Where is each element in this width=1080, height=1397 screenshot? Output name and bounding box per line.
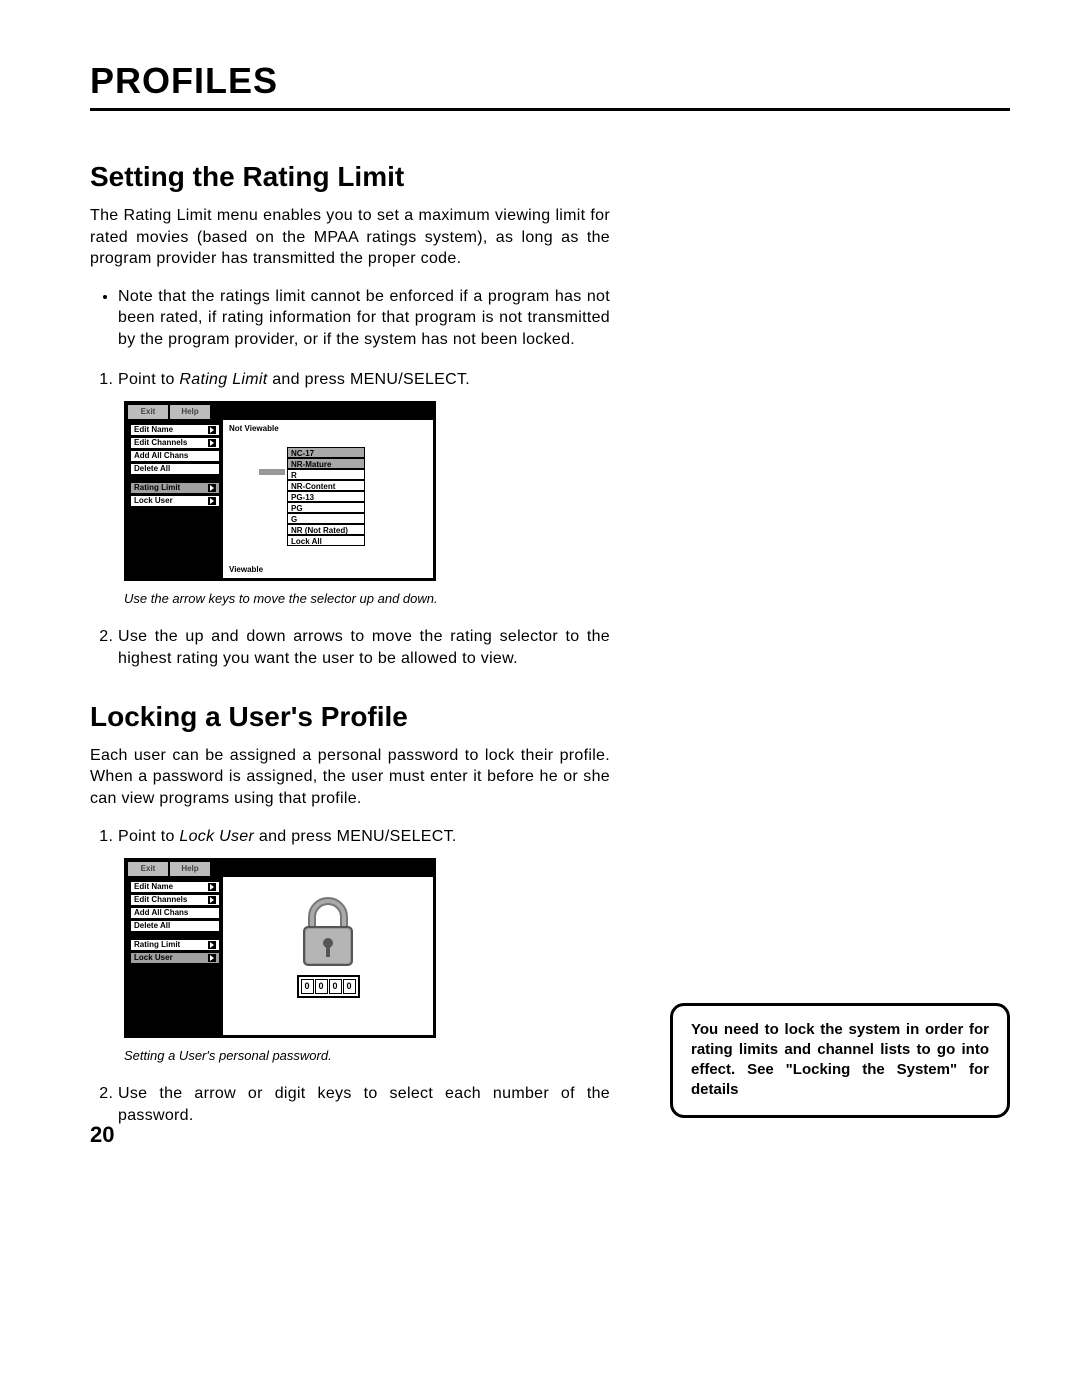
digit-2[interactable]: 0	[315, 979, 328, 994]
section-heading-lock: Locking a User's Profile	[90, 701, 610, 733]
lock-icon	[296, 897, 360, 967]
lock-caption: Setting a User's personal password.	[124, 1048, 610, 1063]
digit-4[interactable]: 0	[343, 979, 356, 994]
menu-delete-all[interactable]: Delete All	[130, 463, 220, 475]
rating-nr[interactable]: NR (Not Rated)	[287, 524, 365, 535]
help-button[interactable]: Help	[169, 404, 211, 420]
lock-intro: Each user can be assigned a personal pas…	[90, 745, 610, 810]
chevron-right-icon	[208, 497, 216, 505]
chevron-right-icon	[208, 896, 216, 904]
menu-lock-user[interactable]: Lock User	[130, 952, 220, 964]
digit-1[interactable]: 0	[301, 979, 314, 994]
sidebar-menu: Edit Name Edit Channels Add All Chans De…	[127, 877, 223, 1035]
menu-add-all[interactable]: Add All Chans	[130, 450, 220, 462]
page-title: PROFILES	[90, 60, 1010, 102]
menu-edit-name[interactable]: Edit Name	[130, 881, 220, 893]
rating-nr-mature[interactable]: NR-Mature	[287, 458, 365, 469]
rating-step-1: Point to Rating Limit and press MENU/SEL…	[118, 369, 610, 391]
rating-step-2: Use the up and down arrows to move the r…	[118, 626, 610, 671]
exit-button[interactable]: Exit	[127, 861, 169, 877]
lock-figure: Exit Help Edit Name Edit Channels Add Al…	[124, 858, 436, 1038]
chevron-right-icon	[208, 426, 216, 434]
menu-add-all[interactable]: Add All Chans	[130, 907, 220, 919]
chevron-right-icon	[208, 439, 216, 447]
menu-rating-limit[interactable]: Rating Limit	[130, 939, 220, 951]
section-heading-rating: Setting the Rating Limit	[90, 161, 610, 193]
chevron-right-icon	[208, 484, 216, 492]
rating-figure: Exit Help Edit Name Edit Channels Add Al…	[124, 401, 436, 581]
rating-pg13[interactable]: PG-13	[287, 491, 365, 502]
lock-step-1: Point to Lock User and press MENU/SELECT…	[118, 826, 610, 848]
menu-lock-user[interactable]: Lock User	[130, 495, 220, 507]
chevron-right-icon	[208, 883, 216, 891]
password-input[interactable]: 0 0 0 0	[297, 975, 360, 998]
sidebar-menu: Edit Name Edit Channels Add All Chans De…	[127, 420, 223, 578]
rating-nr-content[interactable]: NR-Content	[287, 480, 365, 491]
viewable-label: Viewable	[229, 565, 263, 574]
rating-g[interactable]: G	[287, 513, 365, 524]
chevron-right-icon	[208, 941, 216, 949]
rating-pg[interactable]: PG	[287, 502, 365, 513]
digit-3[interactable]: 0	[329, 979, 342, 994]
title-rule	[90, 108, 1010, 111]
lock-step-2: Use the arrow or digit keys to select ea…	[118, 1083, 610, 1128]
rating-nc17[interactable]: NC-17	[287, 447, 365, 458]
note-box: You need to lock the system in order for…	[670, 1003, 1010, 1118]
rating-lockall[interactable]: Lock All	[287, 535, 365, 546]
menu-rating-limit[interactable]: Rating Limit	[130, 482, 220, 494]
chevron-right-icon	[208, 954, 216, 962]
page-number: 20	[90, 1122, 114, 1148]
rating-r[interactable]: R	[287, 469, 365, 480]
menu-delete-all[interactable]: Delete All	[130, 920, 220, 932]
exit-button[interactable]: Exit	[127, 404, 169, 420]
rating-intro: The Rating Limit menu enables you to set…	[90, 205, 610, 270]
not-viewable-label: Not Viewable	[229, 424, 427, 433]
menu-edit-channels[interactable]: Edit Channels	[130, 437, 220, 449]
menu-edit-channels[interactable]: Edit Channels	[130, 894, 220, 906]
rating-caption: Use the arrow keys to move the selector …	[124, 591, 610, 606]
ratings-list[interactable]: NC-17 NR-Mature R NR-Content PG-13 PG G …	[287, 447, 365, 546]
rating-slider[interactable]	[259, 469, 285, 475]
help-button[interactable]: Help	[169, 861, 211, 877]
rating-note-bullet: Note that the ratings limit cannot be en…	[118, 286, 610, 351]
menu-edit-name[interactable]: Edit Name	[130, 424, 220, 436]
